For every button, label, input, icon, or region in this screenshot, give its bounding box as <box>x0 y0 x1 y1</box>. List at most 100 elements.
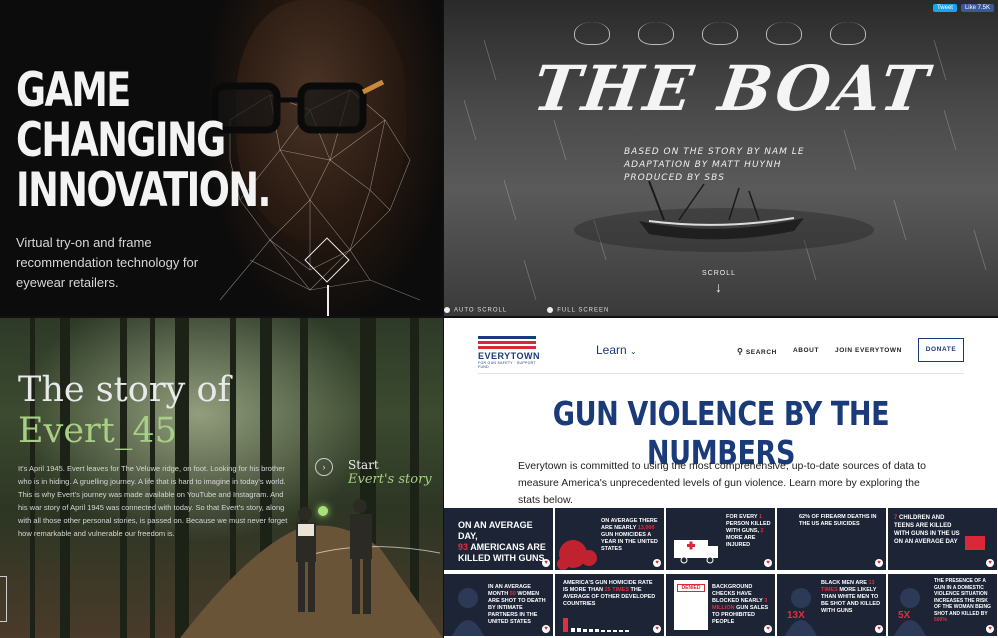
stat-tile[interactable]: ON AVERAGE THERE ARE NEARLY 13,000 GUN H… <box>555 508 664 570</box>
credit-line: ADAPTATION BY MATT HUYNH <box>624 160 782 170</box>
donate-button[interactable]: DONATE <box>918 338 964 362</box>
stat-tile[interactable]: DENIED BACKGROUND CHECKS HAVE BLOCKED NE… <box>666 574 775 636</box>
heart-icon[interactable]: ♥ <box>875 559 883 567</box>
stat-number: 50 <box>509 591 516 597</box>
search-icon: ⚲ <box>737 347 744 356</box>
nav-join[interactable]: JOIN EVERYTOWN <box>835 347 902 356</box>
stat-number: 25 TIMES <box>604 587 630 593</box>
denied-form-icon: DENIED <box>674 580 708 630</box>
stat-post: CHILDREN AND TEENS ARE KILLED WITH GUNS … <box>894 515 960 545</box>
stat-pre: THE PRESENCE OF A GUN IN A DOMESTIC VIOL… <box>934 578 991 617</box>
heart-icon[interactable]: ♥ <box>653 559 661 567</box>
boat-title: THE BOAT <box>528 52 936 125</box>
laurel-icon <box>830 22 866 45</box>
laurel-icon <box>702 22 738 45</box>
story-body: It's April 1945. Evert leaves for The Ve… <box>18 464 288 538</box>
scroll-indicator[interactable]: SCROLL ↓ <box>702 270 736 295</box>
heart-icon[interactable]: ♥ <box>986 559 994 567</box>
stat-tile[interactable]: 7 CHILDREN AND TEENS ARE KILLED WITH GUN… <box>888 508 997 570</box>
boat-illustration <box>639 180 804 240</box>
woman-silhouette-icon <box>452 588 484 636</box>
stat-text: BACKGROUND CHECKS HAVE BLOCKED NEARLY 3 … <box>712 584 772 626</box>
stat-number: 500% <box>934 617 947 623</box>
header-divider <box>478 373 964 374</box>
headline-line-2: CHANGING <box>16 113 226 168</box>
stat-text: ON AN AVERAGE DAY, 93 AMERICANS ARE KILL… <box>458 520 548 564</box>
chevron-right-icon[interactable]: › <box>315 458 333 476</box>
heart-icon[interactable]: ♥ <box>542 559 550 567</box>
facebook-like-button[interactable]: Like 7.5K <box>960 4 994 12</box>
blood-splatter-graphic <box>557 540 597 570</box>
intro-text: Everytown is committed to using the most… <box>518 460 926 506</box>
side-tab[interactable] <box>0 576 7 622</box>
tweet-button[interactable]: Tweet <box>932 4 957 12</box>
nav-about[interactable]: ABOUT <box>793 347 819 356</box>
learn-label: Learn <box>596 343 627 357</box>
chevron-down-icon: ⌄ <box>630 347 637 356</box>
the-boat-panel: Tweet Like 7.5K THE BOAT BASED ON THE ST… <box>444 0 998 316</box>
headline-line-1: GAME <box>16 63 131 118</box>
start-sub-label[interactable]: Evert's story <box>348 472 432 487</box>
credit-line: BASED ON THE STORY BY NAM LE <box>624 147 805 157</box>
stat-text: ON AVERAGE THERE ARE NEARLY 13,000 GUN H… <box>601 518 661 553</box>
laurel-icon <box>766 22 802 45</box>
full-screen-toggle[interactable]: FULL SCREEN <box>547 307 609 314</box>
laurel-icon <box>574 22 610 45</box>
everytown-logo[interactable]: EVERYTOWN FOR GUN SAFETY · SUPPORT FUND <box>478 336 541 369</box>
stat-post: AMERICANS ARE KILLED WITH GUNS <box>458 542 546 563</box>
logo-subtitle: FOR GUN SAFETY · SUPPORT FUND <box>478 361 536 369</box>
heart-icon[interactable]: ♥ <box>764 625 772 633</box>
heart-icon[interactable]: ♥ <box>764 559 772 567</box>
backpack-icon <box>965 536 985 550</box>
stat-pre: ON AN AVERAGE DAY, <box>458 520 533 541</box>
heart-icon[interactable]: ♥ <box>542 625 550 633</box>
stat-text: AMERICA'S GUN HOMICIDE RATE IS MORE THAN… <box>563 580 659 608</box>
stat-post: GUN HOMICIDES A YEAR IN THE UNITED STATE… <box>601 532 658 552</box>
stat-number: 2 <box>760 528 764 534</box>
stat-tile[interactable]: 13X BLACK MEN ARE 13 TIMES MORE LIKELY T… <box>777 574 886 636</box>
start-label[interactable]: Start <box>348 458 379 472</box>
stat-tile[interactable]: 62% OF FIREARM DEATHS IN THE US ARE SUIC… <box>777 508 886 570</box>
arrow-down-icon: ↓ <box>715 279 723 295</box>
stat-tile[interactable]: IN AN AVERAGE MONTH 50 WOMEN ARE SHOT TO… <box>444 574 553 636</box>
heart-icon[interactable]: ♥ <box>653 625 661 633</box>
heart-icon[interactable]: ♥ <box>986 625 994 633</box>
big-stat: 5X <box>898 610 911 621</box>
auto-scroll-label: AUTO SCROLL <box>454 308 508 314</box>
full-screen-label: FULL SCREEN <box>557 308 610 314</box>
festival-laurels <box>574 22 866 45</box>
nav-search[interactable]: ⚲ SEARCH <box>737 347 777 356</box>
auto-scroll-toggle[interactable]: AUTO SCROLL <box>444 307 507 314</box>
stat-tile[interactable]: 5X THE PRESENCE OF A GUN IN A DOMESTIC V… <box>888 574 997 636</box>
headline-line-3: INNOVATION. <box>16 163 271 218</box>
stat-text: FOR EVERY 1 PERSON KILLED WITH GUNS, 2 M… <box>726 514 772 549</box>
radio-icon <box>444 307 450 314</box>
stat-text: BLACK MEN ARE 13 TIMES MORE LIKELY THAN … <box>821 580 883 615</box>
ambulance-icon <box>674 540 718 564</box>
stats-grid: ON AN AVERAGE DAY, 93 AMERICANS ARE KILL… <box>444 508 998 638</box>
flag-icon <box>478 336 536 349</box>
hero-headline: GAME CHANGING INNOVATION. <box>16 63 271 218</box>
evert-story-panel: The story of Evert_45 It's April 1945. E… <box>0 318 443 638</box>
walking-men-figures <box>296 499 372 614</box>
stat-tile[interactable]: ON AN AVERAGE DAY, 93 AMERICANS ARE KILL… <box>444 508 553 570</box>
hero-description: Virtual try-on and frame recommendation … <box>16 235 199 290</box>
stat-number: 1 <box>759 514 763 520</box>
learn-menu[interactable]: Learn ⌄ <box>596 343 637 357</box>
timeline-dot-icon[interactable] <box>318 506 328 516</box>
story-title-line-2: Evert_45 <box>18 411 177 451</box>
stat-text: 62% OF FIREARM DEATHS IN THE US ARE SUIC… <box>799 514 877 527</box>
scroll-label: SCROLL <box>702 270 737 277</box>
heart-icon[interactable]: ♥ <box>875 625 883 633</box>
logo-name: EVERYTOWN <box>478 351 541 361</box>
ditto-eyewear-panel: GAME CHANGING INNOVATION. Virtual try-on… <box>0 0 443 316</box>
stat-tile[interactable]: AMERICA'S GUN HOMICIDE RATE IS MORE THAN… <box>555 574 664 636</box>
stat-tile[interactable]: FOR EVERY 1 PERSON KILLED WITH GUNS, 2 M… <box>666 508 775 570</box>
playback-options: AUTO SCROLL FULL SCREEN <box>444 307 609 314</box>
stat-post: PERSON KILLED WITH GUNS, <box>726 521 771 534</box>
stat-number: 93 <box>458 542 469 552</box>
stat-number: 7 <box>894 515 898 521</box>
top-nav: ⚲ SEARCH ABOUT JOIN EVERYTOWN <box>737 347 902 356</box>
stat-number: 13,000 <box>637 525 655 531</box>
stat-pre: FOR EVERY <box>726 514 758 520</box>
